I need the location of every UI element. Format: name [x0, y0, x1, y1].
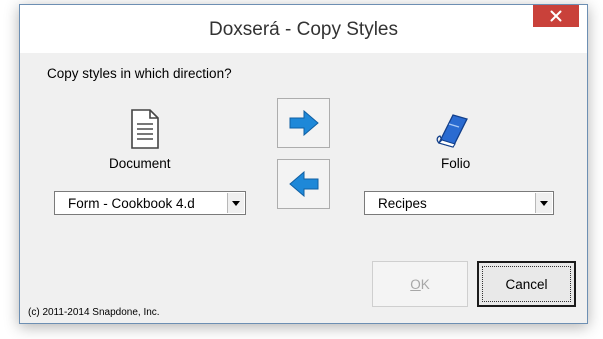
folio-dropdown-button[interactable]: [535, 193, 552, 213]
title-bar: Doxserá - Copy Styles: [20, 5, 587, 53]
direction-prompt: Copy styles in which direction?: [47, 66, 232, 81]
ok-label-rest: K: [420, 276, 430, 292]
chevron-down-icon: [232, 200, 240, 206]
chevron-down-icon: [540, 200, 548, 206]
copy-to-folio-button[interactable]: [277, 98, 330, 148]
copy-styles-dialog: Doxserá - Copy Styles Copy styles in whi…: [19, 4, 588, 324]
window-title: Doxserá - Copy Styles: [208, 19, 398, 40]
folio-select-value: Recipes: [378, 195, 427, 211]
close-icon: [550, 10, 562, 22]
book-icon: [436, 114, 468, 148]
arrow-left-icon: [288, 171, 318, 197]
cancel-button[interactable]: Cancel: [477, 261, 576, 307]
arrow-right-icon: [289, 110, 319, 136]
folio-select[interactable]: Recipes: [364, 191, 554, 215]
document-select[interactable]: Form - Cookbook 4.d: [54, 191, 246, 215]
copyright-text: (c) 2011-2014 Snapdone, Inc.: [28, 307, 160, 318]
focus-rectangle: [482, 266, 571, 302]
document-label: Document: [109, 156, 171, 171]
copy-to-document-button[interactable]: [277, 159, 330, 209]
document-icon: [131, 109, 159, 149]
document-select-value: Form - Cookbook 4.d: [68, 195, 195, 211]
screen: Doxserá - Copy Styles Copy styles in whi…: [0, 0, 603, 339]
ok-button[interactable]: OK: [372, 261, 468, 307]
folio-label: Folio: [441, 156, 471, 171]
ok-mnemonic: O: [410, 276, 421, 292]
document-dropdown-button[interactable]: [227, 193, 244, 213]
close-button[interactable]: [533, 5, 579, 27]
